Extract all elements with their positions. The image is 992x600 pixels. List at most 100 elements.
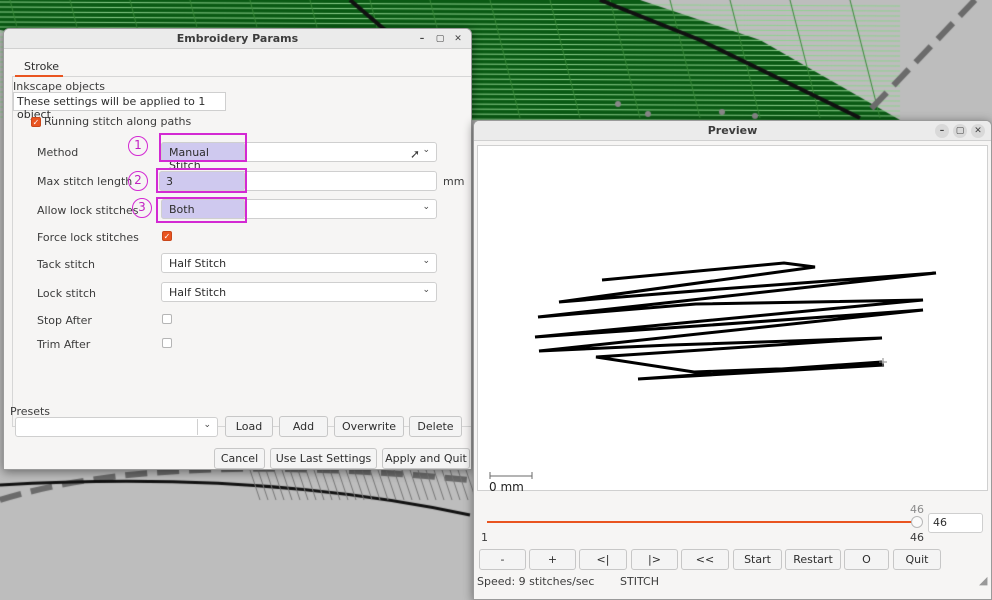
- allow-lock-stitches-highlight-fill: Both: [161, 199, 245, 219]
- overwrite-button-label: Overwrite: [341, 420, 397, 433]
- preview-window: Preview – ▢ ✕ 0 mm 46 46 1 46 - + <| |> << St…: [473, 120, 992, 600]
- step-forward-button-label: |>: [648, 553, 661, 566]
- tack-stitch-value: Half Stitch: [169, 257, 227, 270]
- add-button[interactable]: Add: [279, 416, 328, 437]
- force-lock-stitches-checkbox[interactable]: ✓: [162, 231, 172, 241]
- delete-button-label: Delete: [417, 420, 454, 433]
- close-icon[interactable]: ✕: [451, 32, 465, 46]
- preview-window-controls: – ▢ ✕: [935, 121, 985, 141]
- apply-and-quit-button[interactable]: Apply and Quit: [382, 448, 470, 469]
- status-bar: Speed: 9 stitches/sec STITCH ◢: [474, 573, 991, 591]
- stitch-slider-track[interactable]: [487, 521, 917, 523]
- restart-button-label: Restart: [793, 553, 833, 566]
- chevron-down-icon: ⌄: [422, 285, 430, 295]
- lock-stitch-select[interactable]: Half Stitch ⌄: [161, 282, 437, 302]
- notice-box: These settings will be applied to 1 obje…: [13, 92, 226, 121]
- quit-button[interactable]: Quit: [893, 549, 941, 570]
- rewind-button-label: <<: [695, 553, 715, 566]
- trim-after-checkbox[interactable]: [162, 338, 172, 348]
- speed-status: Speed: 9 stitches/sec: [477, 575, 595, 588]
- preview-title: Preview: [707, 124, 758, 137]
- slider-min-label: 1: [481, 531, 488, 544]
- use-last-settings-button[interactable]: Use Last Settings: [270, 448, 377, 469]
- stop-after-checkbox[interactable]: [162, 314, 172, 324]
- tack-stitch-label: Tack stitch: [37, 258, 95, 271]
- embroidery-params-window: Embroidery Params – ▢ ✕ Stroke Inkscape …: [3, 28, 472, 470]
- lock-stitch-value: Half Stitch: [169, 286, 227, 299]
- allow-lock-stitches-label: Allow lock stitches: [37, 204, 139, 217]
- running-stitch-label: Running stitch along paths: [44, 115, 192, 128]
- tack-stitch-select[interactable]: Half Stitch ⌄: [161, 253, 437, 273]
- callout-badge-2: 2: [128, 171, 148, 191]
- add-button-label: Add: [292, 420, 315, 433]
- max-stitch-length-label: Max stitch length: [37, 175, 133, 188]
- stitch-path: [534, 261, 937, 381]
- plus-button-label: +: [547, 553, 558, 566]
- slider-max-top-label: 46: [910, 503, 924, 516]
- use-last-settings-label: Use Last Settings: [275, 452, 372, 465]
- overwrite-button[interactable]: Overwrite: [334, 416, 404, 437]
- step-back-button[interactable]: <|: [579, 549, 627, 570]
- delete-button[interactable]: Delete: [409, 416, 462, 437]
- restart-button[interactable]: Restart: [785, 549, 841, 570]
- command-status: STITCH: [620, 575, 659, 588]
- callout-badge-1: 1: [128, 136, 148, 156]
- scale-label: 0 mm: [489, 480, 524, 494]
- preview-titlebar: Preview – ▢ ✕: [474, 121, 991, 141]
- step-back-button-label: <|: [596, 553, 610, 566]
- tab-stroke-label: Stroke: [24, 60, 60, 73]
- lock-stitch-label: Lock stitch: [37, 287, 97, 300]
- params-titlebar: Embroidery Params – ▢ ✕: [4, 29, 471, 49]
- mouse-cursor-icon: ➚: [410, 147, 421, 161]
- mm-unit-label: mm: [443, 175, 465, 188]
- stitch-preview-drawing: [489, 261, 937, 479]
- load-button[interactable]: Load: [225, 416, 273, 437]
- trim-after-label: Trim After: [37, 338, 91, 351]
- start-button[interactable]: Start: [733, 549, 782, 570]
- quit-button-label: Quit: [905, 553, 929, 566]
- tab-stroke[interactable]: Stroke: [17, 58, 66, 75]
- minimize-icon[interactable]: –: [415, 32, 429, 46]
- presets-combo[interactable]: ⌄: [15, 417, 218, 437]
- cancel-button-label: Cancel: [220, 452, 259, 465]
- minus-button[interactable]: -: [479, 549, 526, 570]
- plus-button[interactable]: +: [529, 549, 576, 570]
- chevron-down-icon: ⌄: [203, 420, 211, 430]
- minimize-icon[interactable]: –: [935, 124, 949, 138]
- chevron-down-icon: ⌄: [422, 256, 430, 266]
- rewind-button[interactable]: <<: [681, 549, 729, 570]
- presets-combo-divider: [197, 419, 198, 435]
- slider-max-label: 46: [910, 531, 924, 544]
- maximize-icon[interactable]: ▢: [433, 32, 447, 46]
- stitch-preview-canvas[interactable]: 0 mm: [477, 145, 988, 494]
- o-button-label: O: [862, 553, 871, 566]
- maximize-icon[interactable]: ▢: [953, 124, 967, 138]
- method-value-highlight: Manual Stitch: [161, 142, 245, 172]
- max-stitch-length-highlight-fill: 3: [159, 171, 245, 191]
- resize-grip-icon[interactable]: ◢: [979, 574, 987, 587]
- stop-after-label: Stop After: [37, 314, 92, 327]
- force-lock-stitches-label: Force lock stitches: [37, 231, 139, 244]
- params-window-controls: – ▢ ✕: [415, 29, 465, 49]
- minus-button-label: -: [500, 553, 505, 566]
- callout-badge-3: 3: [132, 198, 152, 218]
- stitch-slider-handle[interactable]: [911, 516, 923, 528]
- running-stitch-checkbox[interactable]: ✓: [31, 117, 41, 127]
- apply-and-quit-label: Apply and Quit: [385, 452, 467, 465]
- stitch-number-value: 46: [933, 516, 947, 529]
- allow-lock-stitches-value-highlighted: Both: [169, 203, 195, 216]
- params-tabbar: Stroke: [12, 57, 471, 77]
- step-forward-button[interactable]: |>: [631, 549, 678, 570]
- stroke-tab-panel: [12, 77, 471, 427]
- stitch-number-input[interactable]: 46: [928, 513, 983, 533]
- cancel-button[interactable]: Cancel: [214, 448, 265, 469]
- chevron-down-icon: ⌄: [422, 145, 430, 155]
- close-icon[interactable]: ✕: [971, 124, 985, 138]
- params-title: Embroidery Params: [176, 32, 299, 45]
- load-button-label: Load: [235, 420, 263, 433]
- max-stitch-length-value-highlighted: 3: [166, 175, 173, 188]
- method-label: Method: [37, 146, 79, 159]
- chevron-down-icon: ⌄: [422, 202, 430, 212]
- o-button[interactable]: O: [844, 549, 889, 570]
- start-button-label: Start: [744, 553, 771, 566]
